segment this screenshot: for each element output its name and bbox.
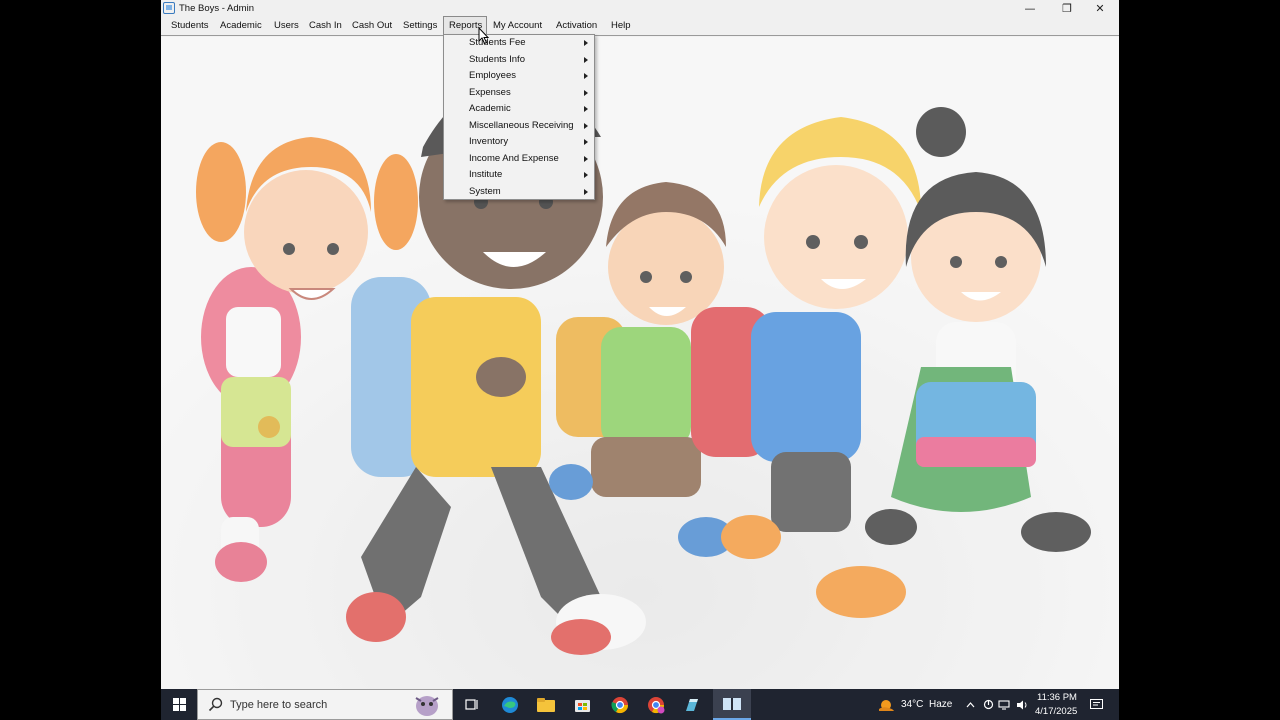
dropdown-item-employees[interactable]: Employees xyxy=(444,68,594,84)
active-app-icon[interactable] xyxy=(713,689,751,720)
title-bar: The Boys - Admin — ❐ ✕ xyxy=(161,0,1119,16)
restore-button[interactable]: ❐ xyxy=(1050,0,1084,16)
main-content-area xyxy=(161,37,1119,689)
submenu-arrow-icon xyxy=(584,155,588,162)
submenu-arrow-icon xyxy=(584,56,588,63)
menu-academic[interactable]: Academic xyxy=(215,16,267,35)
close-button[interactable]: ✕ xyxy=(1083,0,1117,16)
dropdown-item-students-fee[interactable]: Students Fee xyxy=(444,35,594,51)
menu-my-account[interactable]: My Account xyxy=(488,16,547,35)
dropdown-item-system[interactable]: System xyxy=(444,184,594,200)
dropdown-item-label: Institute xyxy=(469,169,503,180)
dropdown-item-label: Academic xyxy=(469,103,511,114)
network-status-icon[interactable] xyxy=(981,689,995,720)
chrome-icon[interactable] xyxy=(607,689,633,720)
app-window: The Boys - Admin — ❐ ✕ Students Academic… xyxy=(161,0,1119,720)
menu-activation[interactable]: Activation xyxy=(551,16,602,35)
submenu-arrow-icon xyxy=(584,89,588,96)
dropdown-item-label: Students Info xyxy=(469,53,525,65)
dropdown-item-expenses[interactable]: Expenses xyxy=(444,85,594,101)
file-explorer-icon[interactable] xyxy=(533,689,559,720)
menu-users[interactable]: Users xyxy=(269,16,304,35)
submenu-arrow-icon xyxy=(584,40,588,46)
minimize-button[interactable]: — xyxy=(1013,0,1047,16)
submenu-arrow-icon xyxy=(584,106,588,112)
weather-condition: Haze xyxy=(929,699,953,710)
dropdown-item-label: Income And Expense xyxy=(469,152,559,164)
windows-start-icon[interactable] xyxy=(167,689,191,720)
dropdown-item-label: System xyxy=(469,185,501,197)
dropdown-item-inventory[interactable]: Inventory xyxy=(444,134,594,150)
submenu-arrow-icon xyxy=(584,122,588,129)
speaker-icon[interactable] xyxy=(1015,689,1029,720)
submenu-arrow-icon xyxy=(584,188,588,195)
kids-background-illustration xyxy=(161,37,1119,689)
menu-students[interactable]: Students xyxy=(166,16,214,35)
dropdown-item-institute[interactable]: Institute xyxy=(444,167,594,183)
window-title: The Boys - Admin xyxy=(179,2,254,14)
dropdown-item-label: Inventory xyxy=(469,136,509,147)
dropdown-item-label: Expenses xyxy=(469,86,511,98)
notification-center-icon[interactable] xyxy=(1087,689,1105,720)
search-placeholder: Type here to search xyxy=(230,698,328,711)
reports-dropdown-menu: Students Fee Students Info Employees Exp… xyxy=(443,34,595,200)
menu-bar: Students Academic Users Cash In Cash Out… xyxy=(161,16,1119,36)
task-view-icon[interactable] xyxy=(461,689,483,720)
chrome-profile-icon[interactable] xyxy=(643,689,669,720)
app-logo-icon xyxy=(163,2,175,14)
menu-cash-in[interactable]: Cash In xyxy=(304,16,347,35)
weather-icon[interactable] xyxy=(875,689,897,720)
dropdown-item-students-info[interactable]: Students Info xyxy=(444,52,594,68)
dropdown-item-label: Employees xyxy=(469,70,516,81)
chevron-up-icon[interactable] xyxy=(964,689,976,720)
app-icon[interactable] xyxy=(679,689,705,720)
menu-settings[interactable]: Settings xyxy=(398,16,442,35)
submenu-arrow-icon xyxy=(584,172,588,178)
search-highlight-icon xyxy=(415,696,439,716)
wifi-icon[interactable] xyxy=(997,689,1011,720)
clock-time[interactable]: 11:36 PM xyxy=(1037,692,1077,703)
mouse-cursor-icon xyxy=(478,27,490,45)
taskbar-search-box[interactable]: Type here to search xyxy=(197,689,453,720)
submenu-arrow-icon xyxy=(584,73,588,79)
clock-date[interactable]: 4/17/2025 xyxy=(1035,706,1077,717)
weather-temperature: 34°C xyxy=(901,699,924,710)
menu-cash-out[interactable]: Cash Out xyxy=(347,16,397,35)
dropdown-item-label: Miscellaneous Receiving xyxy=(469,119,574,131)
dropdown-item-income-and-expense[interactable]: Income And Expense xyxy=(444,151,594,167)
dropdown-item-academic[interactable]: Academic xyxy=(444,101,594,117)
windows-taskbar: Type here to search 34°C Haze 11:36 PM 4… xyxy=(161,689,1119,720)
edge-icon[interactable] xyxy=(497,689,523,720)
menu-help[interactable]: Help xyxy=(606,16,636,35)
store-icon[interactable] xyxy=(569,689,595,720)
submenu-arrow-icon xyxy=(584,139,588,145)
search-icon xyxy=(208,697,223,711)
dropdown-item-miscellaneous-receiving[interactable]: Miscellaneous Receiving xyxy=(444,118,594,134)
